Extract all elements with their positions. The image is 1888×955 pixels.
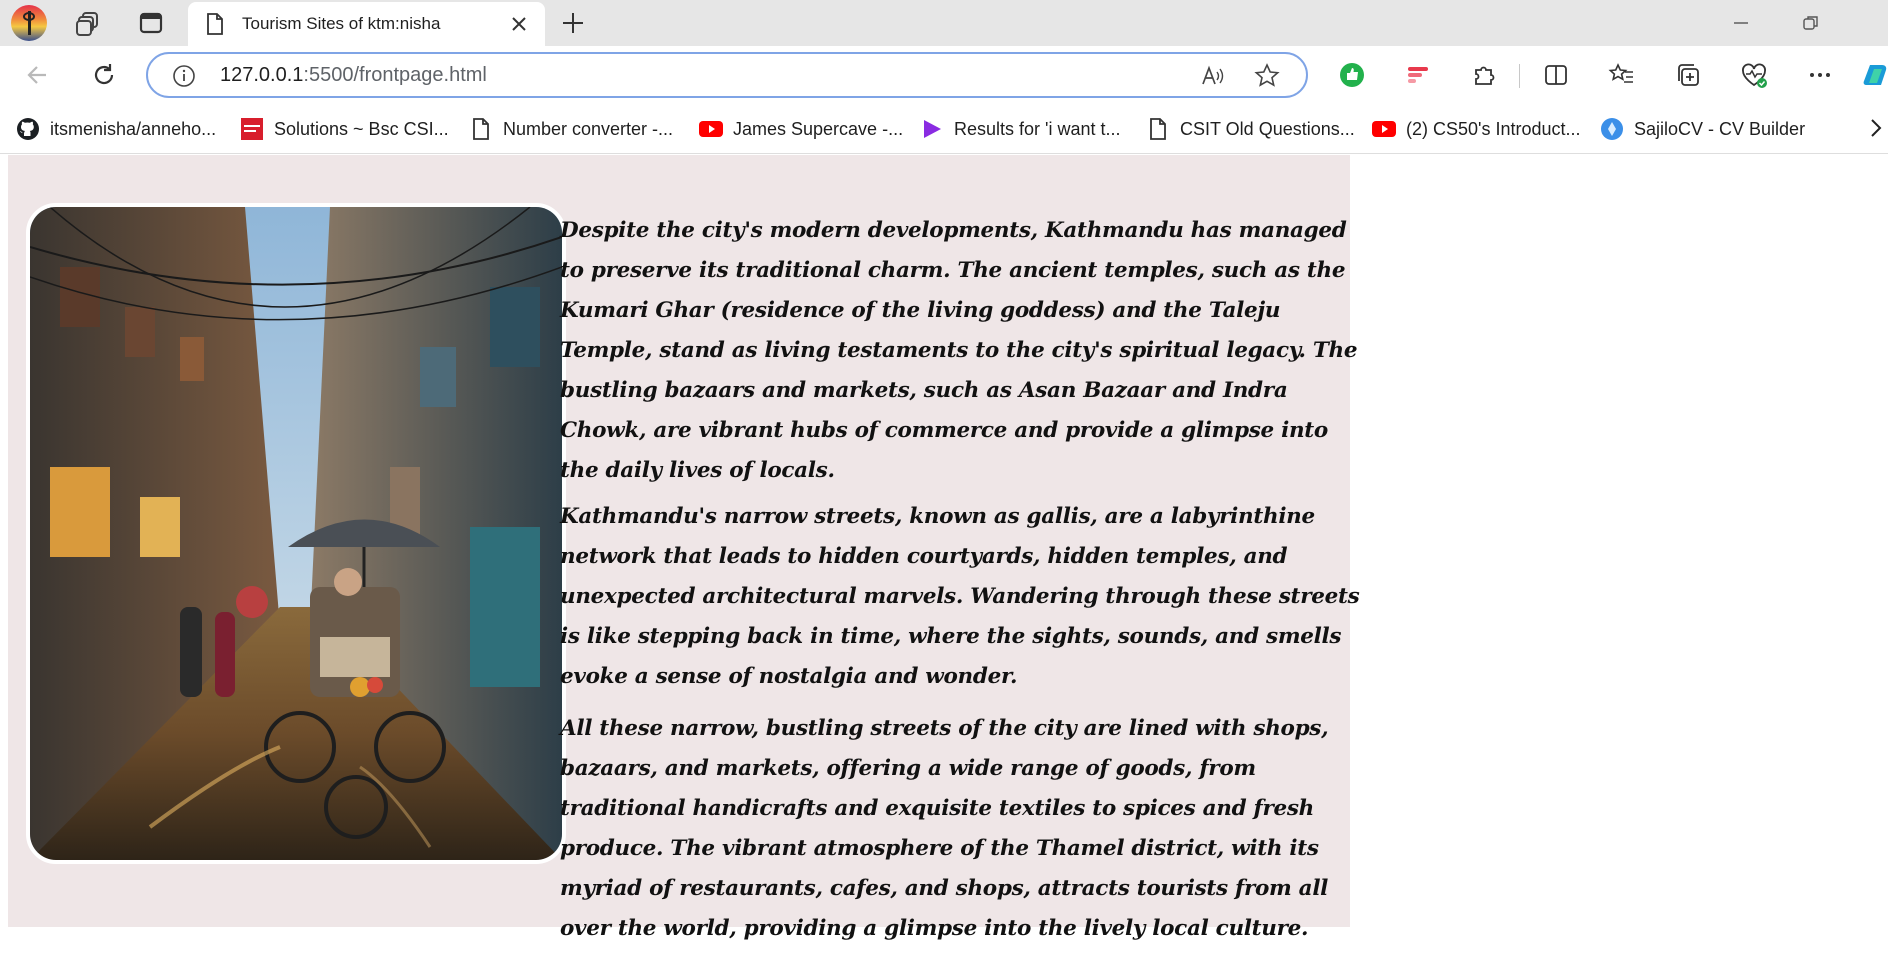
bsc-csit-icon (241, 118, 263, 140)
site-info-icon[interactable] (172, 64, 196, 88)
profile-avatar-stem (28, 11, 31, 35)
page-icon (473, 118, 489, 140)
bookmark-number-converter[interactable]: Number converter -... (469, 116, 673, 142)
green-extension-icon[interactable] (1338, 61, 1366, 89)
bookmark-label: (2) CS50's Introduct... (1406, 118, 1581, 139)
tab-title: Tourism Sites of ktm:nisha (242, 14, 441, 33)
chevron-right-icon[interactable] (1866, 114, 1886, 142)
youtube-icon (1372, 121, 1396, 137)
vertical-tabs-icon[interactable] (137, 9, 165, 37)
split-screen-icon[interactable] (1542, 61, 1570, 89)
close-tab-icon[interactable] (511, 16, 527, 32)
content-section: Despite the city's modern developments, … (8, 155, 1360, 941)
back-arrow-icon[interactable] (24, 61, 52, 89)
paragraph: Despite the city's modern developments, … (560, 218, 1358, 483)
restore-icon[interactable] (1800, 12, 1822, 34)
bookmark-csit-old-questions[interactable]: CSIT Old Questions... (1146, 116, 1355, 142)
bookmark-bsc-csit[interactable]: Solutions ~ Bsc CSI... (240, 116, 449, 142)
stripes-extension-icon[interactable] (1404, 61, 1432, 89)
extensions-puzzle-icon[interactable] (1470, 61, 1498, 89)
street-photo-illustration (30, 207, 562, 860)
active-tab[interactable]: Tourism Sites of ktm:nisha (188, 2, 545, 46)
bookmarks-bar: itsmenisha/anneho... Solutions ~ Bsc CSI… (0, 104, 1888, 154)
navigation-bar: 127.0.0.1:5500/frontpage.html (0, 46, 1888, 104)
page-icon (1150, 118, 1166, 140)
minimize-icon[interactable] (1730, 12, 1752, 34)
new-tab-icon[interactable] (560, 10, 586, 36)
bookmark-label: Results for 'i want t... (954, 118, 1121, 139)
paragraph: Kathmandu's narrow streets, known as gal… (560, 504, 1360, 689)
paragraph: All these narrow, bustling streets of th… (560, 716, 1329, 941)
more-options-icon[interactable] (1806, 61, 1834, 89)
bookmark-james-supercave[interactable]: James Supercave -... (699, 116, 903, 142)
read-aloud-icon[interactable] (1200, 63, 1226, 89)
collections-icon[interactable] (1674, 61, 1702, 89)
sajilocv-icon (1601, 118, 1623, 140)
url-path: :5500/frontpage.html (303, 64, 487, 86)
favorite-star-icon[interactable] (1254, 63, 1280, 89)
bookmark-cs50[interactable]: (2) CS50's Introduct... (1372, 116, 1581, 142)
play-icon (924, 120, 941, 138)
bookmark-label: SajiloCV - CV Builder (1634, 118, 1806, 139)
bookmark-github[interactable]: itsmenisha/anneho... (16, 116, 216, 142)
github-icon (17, 118, 39, 140)
refresh-icon[interactable] (90, 61, 118, 89)
tab-strip: Tourism Sites of ktm:nisha (0, 0, 1888, 46)
bookmark-label: Number converter -... (503, 118, 674, 139)
favorites-icon[interactable] (1608, 61, 1636, 89)
browser-essentials-icon[interactable] (1740, 61, 1768, 89)
bookmark-label: itsmenisha/anneho... (50, 118, 217, 139)
url-host: 127.0.0.1 (220, 64, 304, 86)
url-text[interactable]: 127.0.0.1:5500/frontpage.html (220, 64, 487, 87)
bookmark-results[interactable]: Results for 'i want t... (920, 116, 1121, 142)
article-text: Despite the city's modern developments, … (560, 211, 1360, 955)
bookmark-label: James Supercave -... (733, 118, 904, 139)
workspaces-icon[interactable] (74, 9, 102, 37)
youtube-icon (699, 121, 723, 137)
profile-avatar[interactable] (11, 5, 47, 41)
copilot-icon[interactable] (1862, 61, 1888, 89)
address-bar[interactable]: 127.0.0.1:5500/frontpage.html (146, 52, 1308, 98)
bookmark-label: CSIT Old Questions... (1180, 118, 1355, 139)
bookmark-sajilocv[interactable]: SajiloCV - CV Builder (1600, 116, 1805, 142)
page-viewport: Despite the city's modern developments, … (0, 155, 1888, 941)
page-icon (207, 13, 223, 35)
bookmark-label: Solutions ~ Bsc CSI... (274, 118, 449, 139)
toolbar-divider (1519, 64, 1520, 88)
street-photo (26, 203, 566, 864)
